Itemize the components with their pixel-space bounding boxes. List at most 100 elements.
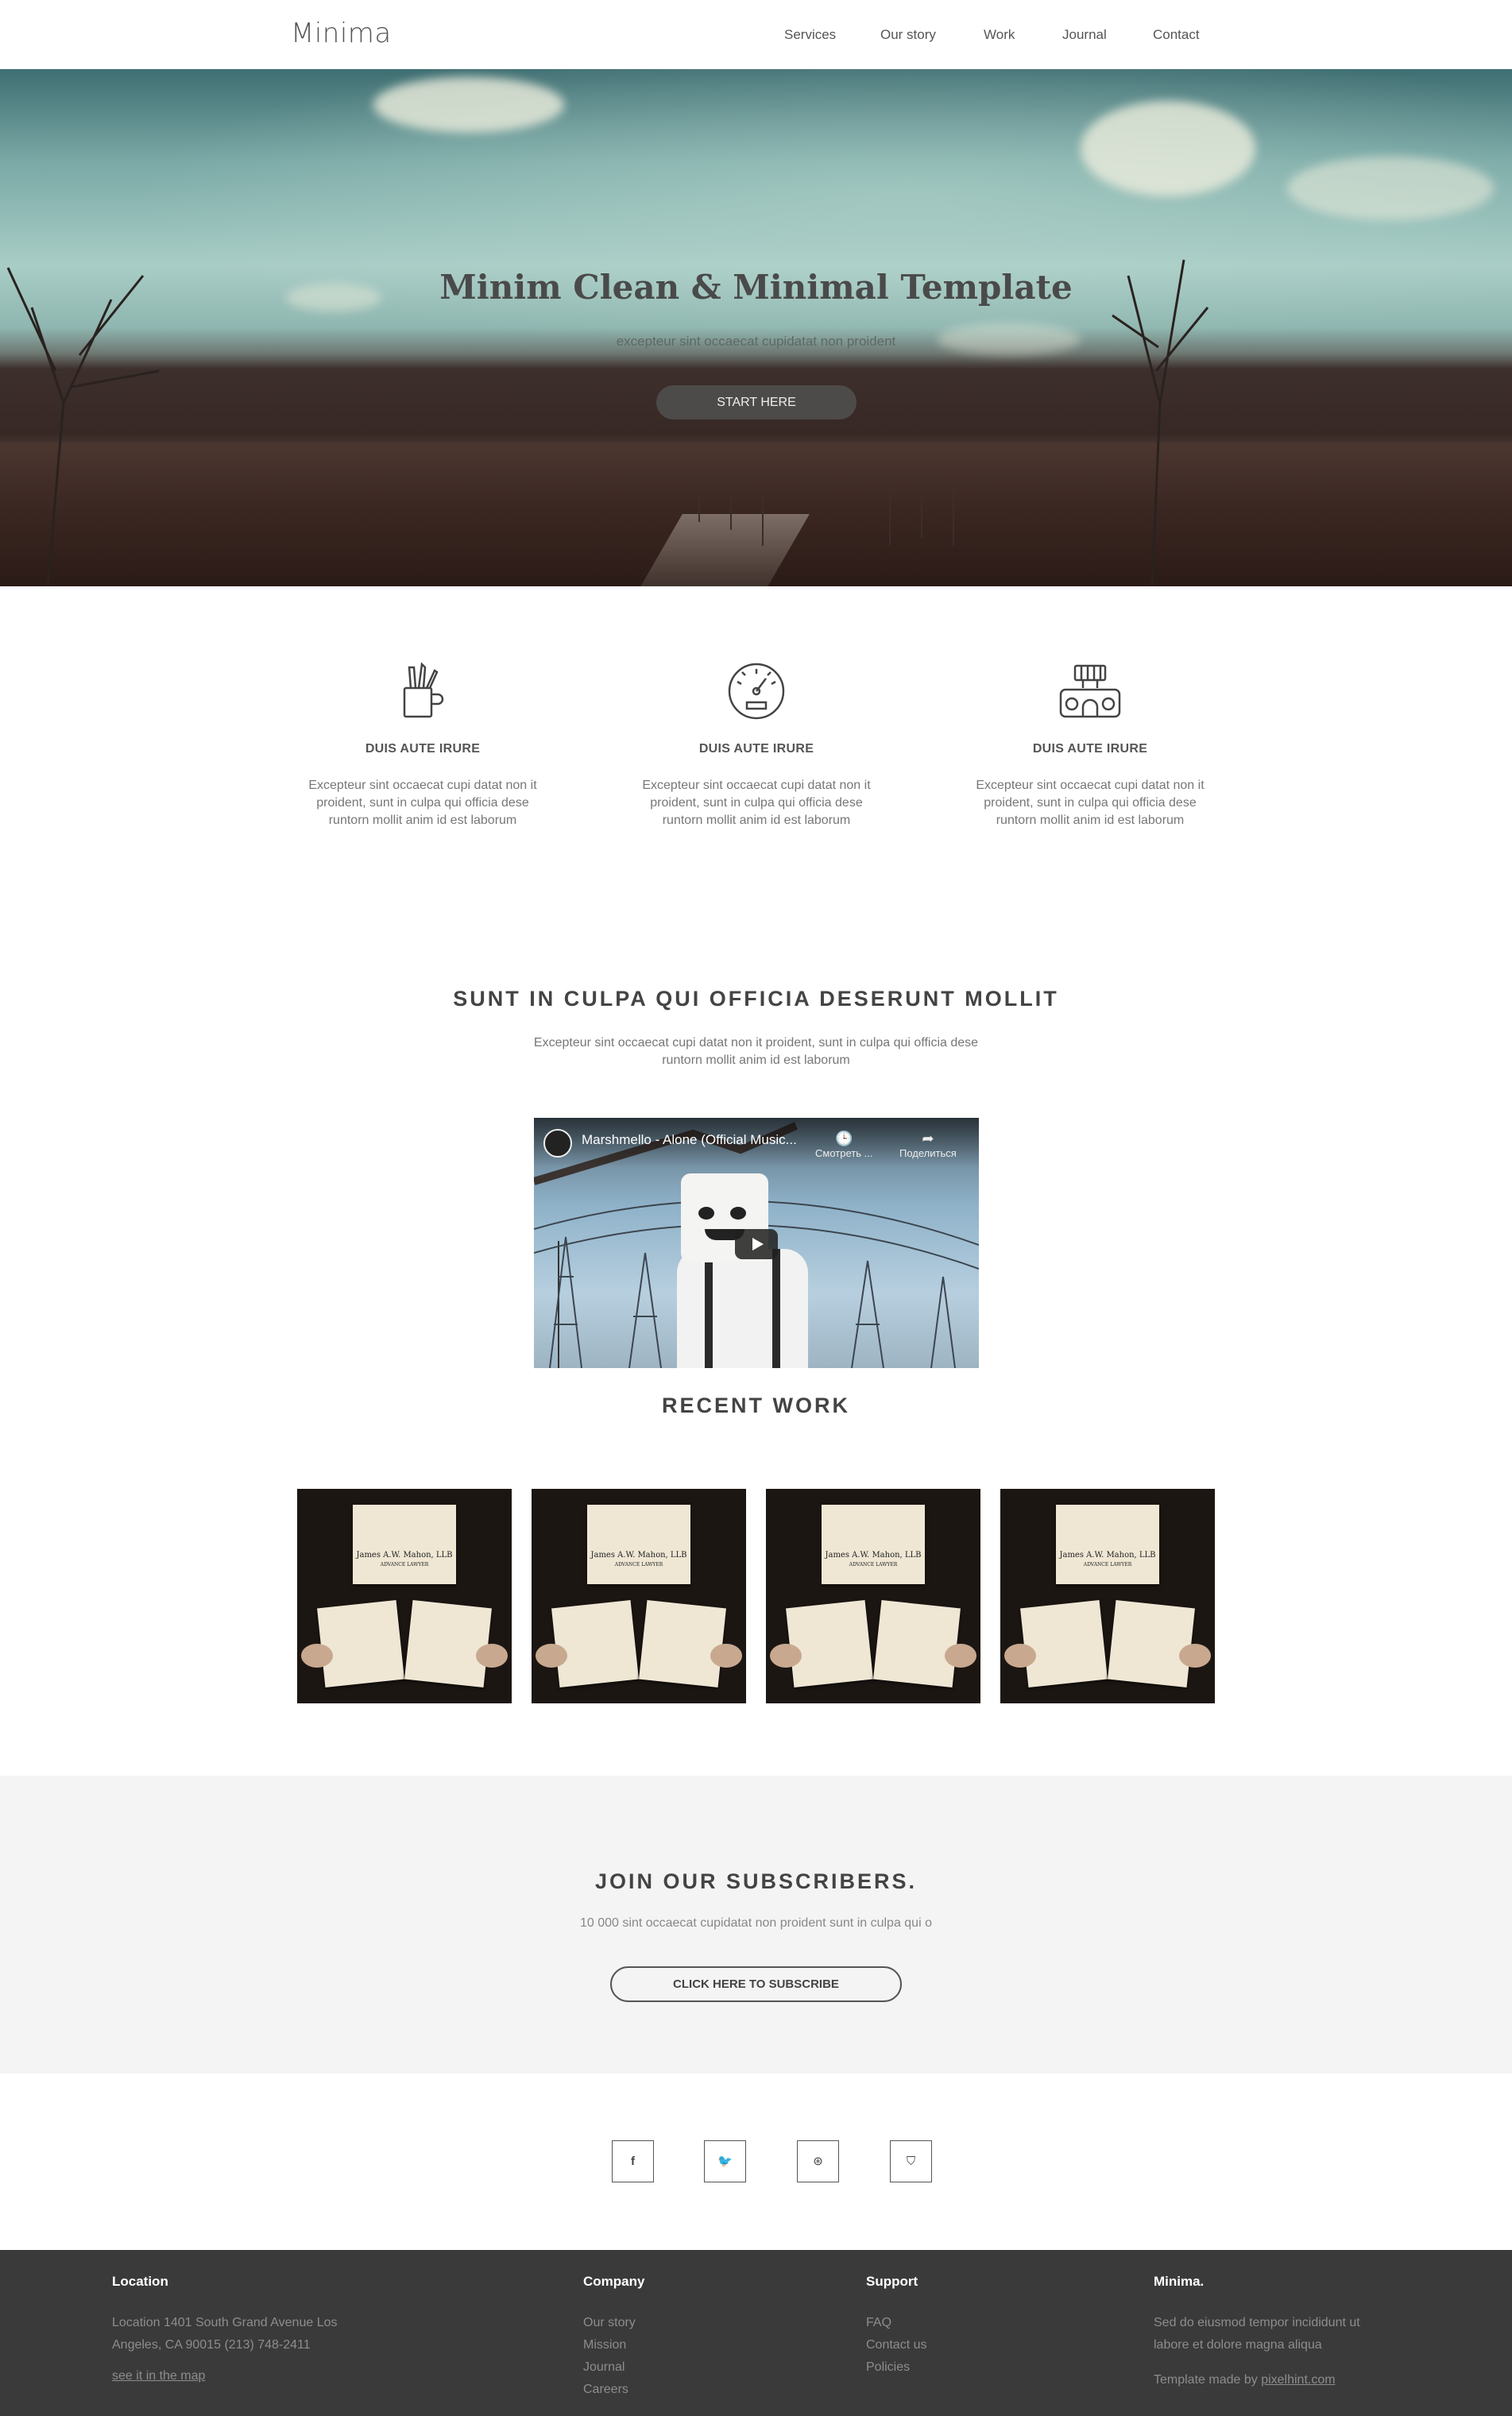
footer-link-mission[interactable]: Mission <box>583 2334 644 2356</box>
business-card <box>404 1600 492 1687</box>
feature-text: Excepteur sint occaecat cupi datat non i… <box>976 779 1205 827</box>
hero-trees <box>6 259 1209 586</box>
business-card <box>551 1600 639 1687</box>
feature-text: Excepteur sint occaecat cupi datat non i… <box>642 779 871 827</box>
hand <box>1179 1644 1211 1668</box>
dribbble-icon: ⊛ <box>813 2155 823 2168</box>
pixelhint-link[interactable]: pixelhint.com <box>1261 2373 1335 2387</box>
card-subtitle: ADVANCE LAWYER <box>1083 1562 1132 1568</box>
nav-item-work[interactable]: Work <box>984 27 1015 43</box>
business-card: James A.W. Mahon, LLB ADVANCE LAWYER <box>587 1505 690 1584</box>
business-card <box>786 1600 873 1687</box>
footer-brand-text: Sed do eiusmod tempor incididunt ut labo… <box>1154 2316 1360 2352</box>
footer-location-title: Location <box>112 2274 168 2289</box>
video-figure-strap <box>772 1249 780 1368</box>
html5-link[interactable]: ⛉ <box>890 2140 932 2182</box>
card-name: James A.W. Mahon, LLB <box>356 1551 453 1560</box>
business-card: James A.W. Mahon, LLB ADVANCE LAWYER <box>1056 1505 1159 1584</box>
card-subtitle: ADVANCE LAWYER <box>380 1562 429 1568</box>
footer-link-contact-us[interactable]: Contact us <box>866 2334 926 2356</box>
video-player[interactable]: Marshmello - Alone (Official Music... 🕒 … <box>534 1118 979 1368</box>
intro-title: SUNT IN CULPA QUI OFFICIA DESERUNT MOLLI… <box>453 987 1059 1011</box>
subscribe-section: JOIN OUR SUBSCRIBERS. 10 000 sint occaec… <box>0 1776 1512 2074</box>
twitter-link[interactable]: 🐦 <box>704 2140 746 2182</box>
footer-credit: Template made by pixelhint.com <box>1154 2369 1392 2391</box>
work-thumbnail[interactable]: James A.W. Mahon, LLB ADVANCE LAWYER <box>532 1489 746 1703</box>
share-label: Поделиться <box>899 1147 957 1159</box>
footer-support-title: Support <box>866 2274 918 2289</box>
subscribe-title: JOIN OUR SUBSCRIBERS. <box>594 1869 918 1893</box>
channel-avatar[interactable] <box>543 1129 572 1158</box>
dribbble-link[interactable]: ⊛ <box>797 2140 839 2182</box>
camera-icon <box>1059 664 1121 718</box>
facebook-link[interactable]: f <box>612 2140 654 2182</box>
feature-text: Excepteur sint occaecat cupi datat non i… <box>308 779 537 827</box>
subscribe-text: 10 000 sint occaecat cupidatat non proid… <box>580 1916 932 1930</box>
footer-brand-title: Minima. <box>1154 2274 1205 2289</box>
card-subtitle: ADVANCE LAWYER <box>849 1562 898 1568</box>
site-footer: Location Location 1401 South Grand Avenu… <box>0 2250 1512 2416</box>
intro-text: Excepteur sint occaecat cupi datat non i… <box>533 1036 979 1067</box>
hero-banner: Minim Clean & Minimal Template excepteur… <box>0 69 1512 586</box>
feature-card: DUIS AUTE IRURE Excepteur sint occaecat … <box>296 659 550 829</box>
html5-icon: ⛉ <box>906 2155 916 2168</box>
feature-title: DUIS AUTE IRURE <box>1032 742 1148 756</box>
hand <box>945 1644 976 1668</box>
card-name: James A.W. Mahon, LLB <box>590 1551 687 1560</box>
gauge-icon <box>728 663 785 720</box>
work-thumbnail[interactable]: James A.W. Mahon, LLB ADVANCE LAWYER <box>1000 1489 1215 1703</box>
facebook-icon: f <box>631 2155 635 2168</box>
business-card <box>1108 1600 1195 1687</box>
footer-company-title: Company <box>583 2274 645 2289</box>
map-link[interactable]: see it in the map <box>112 2369 366 2383</box>
card-subtitle: ADVANCE LAWYER <box>614 1562 663 1568</box>
nav-item-services[interactable]: Services <box>784 27 836 43</box>
clock-icon: 🕒 <box>835 1131 853 1146</box>
hero-title: Minim Clean & Minimal Template <box>439 268 1073 307</box>
footer-link-policies[interactable]: Policies <box>866 2356 926 2379</box>
feature-title: DUIS AUTE IRURE <box>698 742 814 756</box>
business-card <box>1020 1600 1108 1687</box>
nav-item-our-story[interactable]: Our story <box>880 27 936 43</box>
hand <box>301 1644 333 1668</box>
share-icon: ➦ <box>922 1131 934 1146</box>
card-name: James A.W. Mahon, LLB <box>825 1551 922 1560</box>
business-card: James A.W. Mahon, LLB ADVANCE LAWYER <box>353 1505 456 1584</box>
watch-later-label: Смотреть ... <box>815 1147 873 1159</box>
footer-link-faq[interactable]: FAQ <box>866 2312 926 2334</box>
work-thumbnail[interactable]: James A.W. Mahon, LLB ADVANCE LAWYER <box>297 1489 512 1703</box>
card-name: James A.W. Mahon, LLB <box>1059 1551 1156 1560</box>
pencil-cup-icon <box>403 662 444 718</box>
footer-location: Location Location 1401 South Grand Avenu… <box>112 2274 366 2383</box>
hand <box>710 1644 742 1668</box>
subscribe-button[interactable]: CLICK HERE TO SUBSCRIBE <box>610 1966 902 2002</box>
footer-link-careers[interactable]: Careers <box>583 2379 644 2401</box>
footer-brand: Minima. Sed do eiusmod tempor incididunt… <box>1154 2274 1392 2391</box>
recent-work-title: RECENT WORK <box>662 1394 850 1417</box>
start-here-button[interactable]: START HERE <box>656 385 857 419</box>
footer-link-our-story[interactable]: Our story <box>583 2312 644 2334</box>
hand <box>770 1644 802 1668</box>
hand <box>1004 1644 1036 1668</box>
top-navigation: Minima Services Our story Work Journal C… <box>0 0 1512 69</box>
footer-company: Company Our story Mission Journal Career… <box>583 2274 644 2401</box>
watch-later-button[interactable]: 🕒 Смотреть ... <box>815 1131 872 1159</box>
feature-card: DUIS AUTE IRURE Excepteur sint occaecat … <box>629 659 884 829</box>
play-button[interactable] <box>735 1229 778 1259</box>
share-button[interactable]: ➦ Поделиться <box>899 1131 957 1159</box>
footer-credit-prefix: Template made by <box>1154 2373 1262 2387</box>
nav-item-journal[interactable]: Journal <box>1062 27 1107 43</box>
video-title[interactable]: Marshmello - Alone (Official Music... <box>582 1132 797 1148</box>
business-card <box>873 1600 961 1687</box>
business-card: James A.W. Mahon, LLB ADVANCE LAWYER <box>822 1505 925 1584</box>
video-figure-body <box>677 1249 808 1368</box>
footer-address: Location 1401 South Grand Avenue Los Ang… <box>112 2316 338 2352</box>
hand <box>536 1644 567 1668</box>
footer-link-journal[interactable]: Journal <box>583 2356 644 2379</box>
twitter-icon: 🐦 <box>717 2155 733 2168</box>
hero-subtitle: excepteur sint occaecat cupidatat non pr… <box>616 334 896 349</box>
nav-item-contact[interactable]: Contact <box>1153 27 1200 43</box>
site-logo[interactable]: Minima <box>291 17 392 49</box>
work-thumbnail[interactable]: James A.W. Mahon, LLB ADVANCE LAWYER <box>766 1489 980 1703</box>
feature-title: DUIS AUTE IRURE <box>365 742 481 756</box>
